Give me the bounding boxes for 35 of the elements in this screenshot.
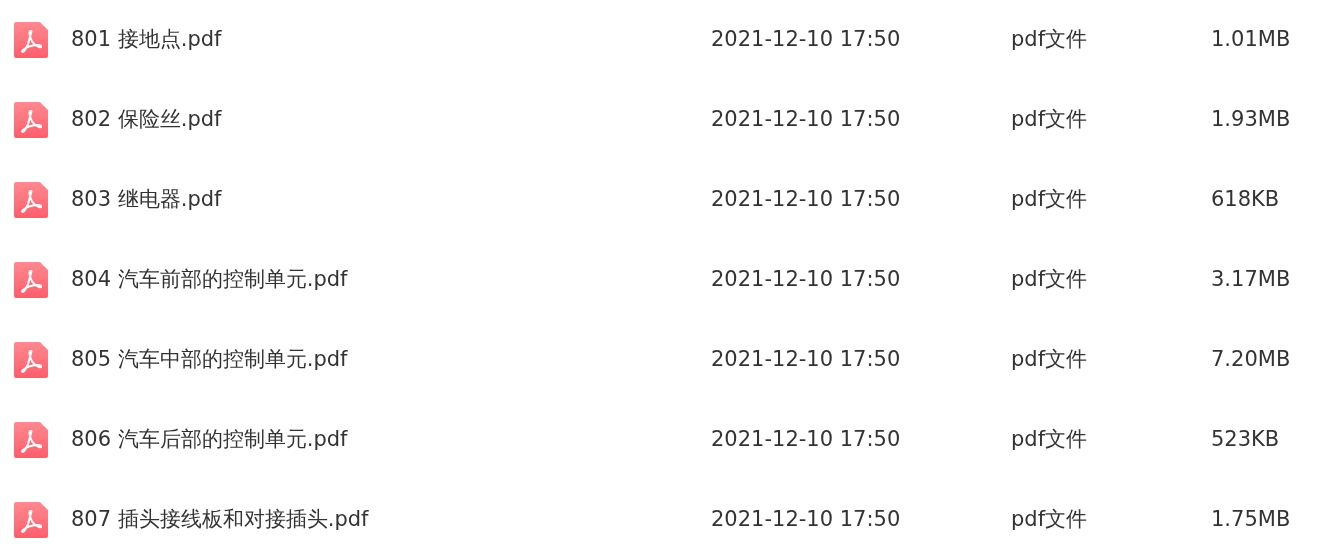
modified-date: 2021-12-10 17:50 — [711, 426, 902, 454]
pdf-file-icon — [14, 502, 48, 538]
modified-date: 2021-12-10 17:50 — [711, 346, 902, 374]
pdf-file-icon — [14, 342, 48, 378]
file-name[interactable]: 805 汽车中部的控制单元.pdf — [71, 344, 711, 376]
modified-date: 2021-12-10 17:50 — [711, 106, 902, 134]
file-type: pdf文件 — [1011, 186, 1089, 214]
pdf-file-icon — [14, 22, 48, 58]
pdf-file-icon — [14, 102, 48, 138]
file-name[interactable]: 803 继电器.pdf — [71, 184, 711, 216]
modified-date: 2021-12-10 17:50 — [711, 26, 902, 54]
modified-date: 2021-12-10 17:50 — [711, 506, 902, 534]
file-size: 1.75MB — [1211, 506, 1291, 534]
pdf-file-icon — [14, 262, 48, 298]
file-name[interactable]: 807 插头接线板和对接插头.pdf — [71, 504, 711, 536]
file-type: pdf文件 — [1011, 26, 1089, 54]
file-size: 1.93MB — [1211, 106, 1291, 134]
file-type: pdf文件 — [1011, 346, 1089, 374]
file-name[interactable]: 802 保险丝.pdf — [71, 104, 711, 136]
modified-date: 2021-12-10 17:50 — [711, 186, 902, 214]
file-size: 1.01MB — [1211, 26, 1291, 54]
file-name[interactable]: 804 汽车前部的控制单元.pdf — [71, 264, 711, 296]
file-size: 7.20MB — [1211, 346, 1291, 374]
pdf-file-icon — [14, 422, 48, 458]
modified-date: 2021-12-10 17:50 — [711, 266, 902, 294]
file-size: 3.17MB — [1211, 266, 1291, 294]
file-type: pdf文件 — [1011, 106, 1089, 134]
pdf-file-icon — [14, 182, 48, 218]
file-name[interactable]: 801 接地点.pdf — [71, 24, 711, 56]
file-type: pdf文件 — [1011, 266, 1089, 294]
file-size: 618KB — [1211, 186, 1280, 214]
file-name[interactable]: 806 汽车后部的控制单元.pdf — [71, 424, 711, 456]
file-type: pdf文件 — [1011, 506, 1089, 534]
file-type: pdf文件 — [1011, 426, 1089, 454]
file-size: 523KB — [1211, 426, 1280, 454]
